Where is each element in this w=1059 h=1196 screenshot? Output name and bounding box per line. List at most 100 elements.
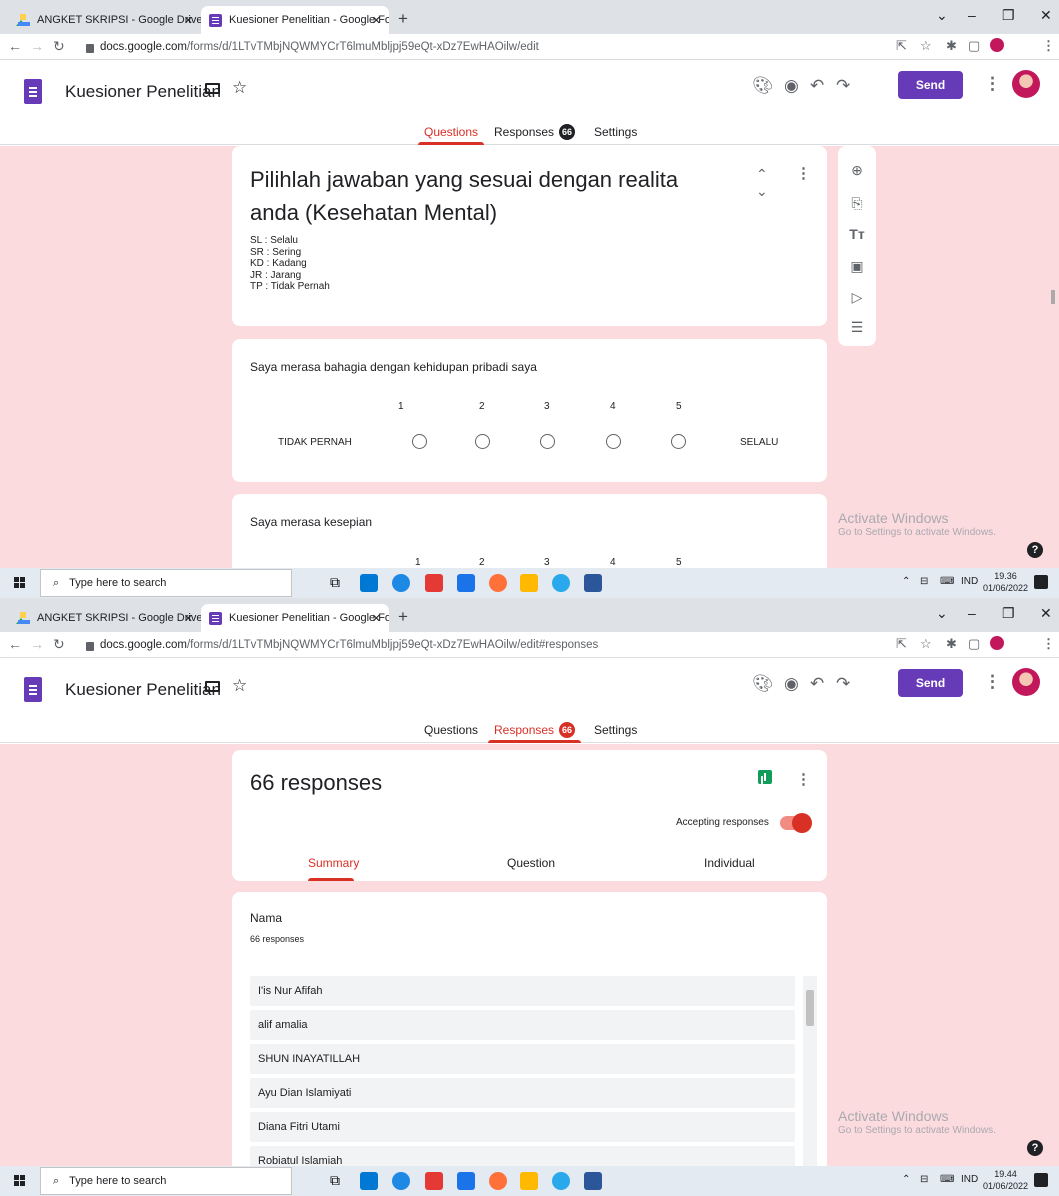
browser-tab-forms[interactable]: Kuesioner Penelitian - Google Fo ✕	[201, 6, 389, 34]
tray-chevron-icon[interactable]: ⌃	[902, 576, 910, 587]
telegram-icon[interactable]	[552, 1172, 570, 1190]
taskbar-clock[interactable]: 19.44 01/06/2022	[983, 1168, 1028, 1192]
subtab-question[interactable]: Question	[507, 856, 555, 870]
store-icon[interactable]	[457, 574, 475, 592]
reload-icon[interactable]: ↻	[53, 636, 65, 653]
network-icon[interactable]: ⊟	[920, 1174, 928, 1185]
minimize-icon[interactable]: –	[968, 605, 976, 621]
language-indicator[interactable]: IND	[961, 576, 978, 587]
close-window-icon[interactable]: ✕	[1040, 605, 1052, 622]
scale-radio[interactable]	[475, 434, 490, 449]
form-title[interactable]: Kuesioner Penelitian	[65, 82, 221, 102]
task-view-icon[interactable]: ⧉	[330, 574, 348, 592]
question-card[interactable]: Saya merasa kesepian 1 2 3 4 5	[232, 494, 827, 568]
redo-icon[interactable]: ↷	[836, 76, 850, 96]
share-icon[interactable]: ⇱	[896, 636, 907, 652]
palette-icon[interactable]: 🎨︎	[752, 76, 774, 96]
add-section-icon[interactable]: ☰	[848, 319, 866, 336]
mail-icon[interactable]	[360, 1172, 378, 1190]
preview-eye-icon[interactable]: ◉	[784, 674, 799, 694]
notification-icon[interactable]	[1034, 1173, 1048, 1187]
language-indicator[interactable]: IND	[961, 1174, 978, 1185]
profile-icon[interactable]	[990, 636, 1004, 650]
add-question-icon[interactable]: ⊕	[848, 162, 866, 179]
edge-icon[interactable]	[392, 1172, 410, 1190]
windows-start-icon[interactable]	[14, 577, 26, 589]
file-explorer-icon[interactable]	[520, 574, 538, 592]
help-icon[interactable]: ?	[1027, 1140, 1043, 1156]
telegram-icon[interactable]	[552, 574, 570, 592]
close-icon[interactable]: ✕	[184, 14, 193, 27]
palette-icon[interactable]: 🎨︎	[752, 674, 774, 694]
restore-icon[interactable]: ❐	[1002, 7, 1015, 24]
taskbar-search-input[interactable]: ⌕ Type here to search	[40, 569, 292, 597]
network-icon[interactable]: ⊟	[920, 576, 928, 587]
mail-icon[interactable]	[360, 574, 378, 592]
send-button[interactable]: Send	[898, 71, 963, 99]
accepting-responses-toggle[interactable]	[780, 813, 812, 833]
folder-icon[interactable]	[205, 83, 220, 94]
keyboard-icon[interactable]: ⌨	[940, 576, 954, 587]
taskbar-search-input[interactable]: ⌕ Type here to search	[40, 1167, 292, 1195]
restore-icon[interactable]: ❐	[1002, 605, 1015, 622]
add-title-icon[interactable]: Tт	[848, 226, 866, 242]
back-icon[interactable]: ←	[8, 38, 22, 54]
browser-tab-drive[interactable]: ANGKET SKRIPSI - Google Drive ✕	[8, 6, 201, 34]
notification-icon[interactable]	[1034, 575, 1048, 589]
chrome-icon[interactable]	[425, 574, 443, 592]
share-icon[interactable]: ⇱	[896, 38, 907, 54]
url-field[interactable]: docs.google.com/forms/d/1LTvTMbjNQWMYCrT…	[86, 634, 886, 656]
scrollbar-thumb[interactable]	[806, 990, 814, 1026]
keyboard-icon[interactable]: ⌨	[940, 1174, 954, 1185]
more-options-icon[interactable]: ⋮	[984, 672, 1001, 692]
google-sheets-icon[interactable]	[758, 770, 772, 784]
store-icon[interactable]	[457, 1172, 475, 1190]
tab-settings[interactable]: Settings	[594, 120, 637, 144]
scale-radio[interactable]	[671, 434, 686, 449]
forward-icon[interactable]: →	[30, 38, 44, 54]
reload-icon[interactable]: ↻	[53, 38, 65, 55]
subtab-individual[interactable]: Individual	[704, 856, 755, 870]
sidepanel-icon[interactable]: ▢	[968, 636, 980, 652]
bookmark-star-icon[interactable]: ☆	[920, 38, 932, 54]
scale-radio[interactable]	[412, 434, 427, 449]
close-window-icon[interactable]: ✕	[1040, 7, 1052, 24]
browser-tab-forms[interactable]: Kuesioner Penelitian - Google Fo ✕	[201, 604, 389, 632]
more-options-icon[interactable]: ⋮	[984, 74, 1001, 94]
section-title[interactable]: Pilihlah jawaban yang sesuai dengan real…	[250, 163, 730, 229]
bookmark-star-icon[interactable]: ☆	[920, 636, 932, 652]
edge-icon[interactable]	[392, 574, 410, 592]
subtab-summary[interactable]: Summary	[308, 856, 359, 870]
extensions-icon[interactable]: ✱	[946, 38, 957, 54]
undo-icon[interactable]: ↶	[810, 76, 824, 96]
form-title[interactable]: Kuesioner Penelitian	[65, 680, 221, 700]
new-tab-icon[interactable]: +	[398, 9, 408, 29]
collapse-section-icon[interactable]: ⌃ ⌄	[756, 166, 768, 200]
add-video-icon[interactable]: ▷	[848, 289, 866, 306]
word-icon[interactable]	[584, 574, 602, 592]
chrome-icon[interactable]	[425, 1172, 443, 1190]
close-icon[interactable]: ✕	[184, 612, 193, 625]
close-icon[interactable]: ✕	[372, 14, 381, 27]
more-options-icon[interactable]: ⋮	[796, 770, 811, 788]
new-tab-icon[interactable]: +	[398, 607, 408, 627]
tab-questions[interactable]: Questions	[417, 120, 485, 145]
scale-radio[interactable]	[540, 434, 555, 449]
chevron-down-icon[interactable]: ⌄	[936, 605, 948, 622]
tab-questions[interactable]: Questions	[424, 718, 478, 742]
menu-icon[interactable]: ⋮	[1042, 38, 1055, 54]
tray-chevron-icon[interactable]: ⌃	[902, 1174, 910, 1185]
menu-icon[interactable]: ⋮	[1042, 636, 1055, 652]
section-description[interactable]: SL : Selalu SR : Sering KD : Kadang JR :…	[250, 235, 330, 293]
chevron-down-icon[interactable]: ⌄	[936, 7, 948, 24]
back-icon[interactable]: ←	[8, 636, 22, 652]
question-title[interactable]: Saya merasa kesepian	[250, 515, 372, 529]
question-card[interactable]: Saya merasa bahagia dengan kehidupan pri…	[232, 339, 827, 482]
send-button[interactable]: Send	[898, 669, 963, 697]
profile-icon[interactable]	[990, 38, 1004, 52]
word-icon[interactable]	[584, 1172, 602, 1190]
taskbar-clock[interactable]: 19.36 01/06/2022	[983, 570, 1028, 594]
url-field[interactable]: docs.google.com/forms/d/1LTvTMbjNQWMYCrT…	[86, 36, 886, 58]
file-explorer-icon[interactable]	[520, 1172, 538, 1190]
browser-tab-drive[interactable]: ANGKET SKRIPSI - Google Drive ✕	[8, 604, 201, 632]
